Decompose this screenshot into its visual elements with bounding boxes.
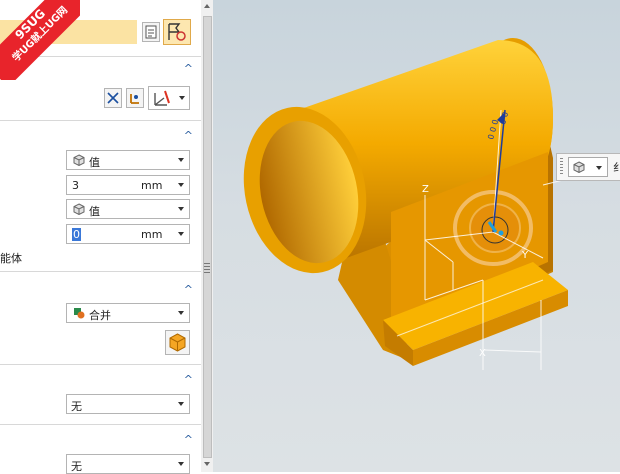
open-profile-label: 能体 — [0, 252, 22, 265]
vector-icon — [130, 94, 139, 104]
floating-selection-toolbar[interactable]: 纟 — [556, 153, 620, 181]
unite-icon — [74, 308, 85, 319]
start-mode-select[interactable]: 值 — [66, 150, 190, 170]
toolbar-grip-icon[interactable] — [560, 158, 563, 176]
divider — [0, 364, 201, 365]
curve-select-button[interactable] — [163, 19, 191, 45]
collapse-icon[interactable]: ^ — [184, 63, 193, 74]
scroll-up-arrow-icon[interactable] — [204, 4, 210, 8]
divider — [0, 120, 201, 121]
chevron-down-icon — [178, 207, 184, 211]
csys-vector-icon — [154, 90, 170, 106]
value-cube-icon — [573, 161, 585, 173]
select-body-button[interactable] — [165, 330, 190, 355]
offset-select[interactable]: 无 — [66, 454, 190, 474]
collapse-icon[interactable]: ^ — [184, 434, 193, 445]
start-unit-label: mm — [141, 179, 163, 192]
draft-label: 无 — [71, 400, 82, 413]
body-cube-icon — [169, 333, 186, 352]
boolean-select[interactable]: 合并 — [66, 303, 190, 323]
end-distance-value: 0 — [72, 228, 81, 241]
graphics-viewport[interactable]: 0 0 0 0 0 Z Y X 纟 — [213, 0, 620, 472]
floating-toolbar-text: 纟 — [613, 161, 620, 174]
reverse-direction-button[interactable] — [104, 88, 122, 108]
chevron-down-icon — [178, 158, 184, 162]
start-distance-input[interactable]: 3 mm — [66, 175, 190, 195]
value-cube-icon — [73, 203, 85, 215]
boolean-label: 合并 — [89, 309, 111, 322]
selection-filter-combo[interactable] — [568, 157, 608, 177]
scroll-down-arrow-icon[interactable] — [204, 462, 210, 466]
sketch-section-button[interactable] — [142, 22, 160, 42]
collapse-icon[interactable]: ^ — [184, 130, 193, 141]
sketch-icon — [145, 25, 157, 39]
end-unit-label: mm — [141, 228, 163, 241]
axis-z-label: Z — [422, 184, 429, 195]
chevron-down-icon — [178, 462, 184, 466]
site-watermark: 9SUG 学UG就上UG网 — [0, 0, 80, 80]
chevron-down-icon[interactable] — [178, 183, 184, 187]
divider — [0, 424, 201, 425]
reverse-arrows-icon — [107, 92, 119, 104]
divider — [0, 271, 201, 272]
chevron-down-icon — [178, 402, 184, 406]
chevron-down-icon[interactable] — [178, 232, 184, 236]
start-mode-label: 值 — [89, 156, 100, 169]
chevron-down-icon — [596, 166, 602, 170]
axis-y-label: Y — [522, 250, 529, 261]
start-distance-value: 3 — [72, 179, 79, 192]
inferred-vector-button[interactable] — [126, 88, 144, 108]
scroll-thumb[interactable] — [203, 16, 212, 458]
vector-dropdown-arrow-icon[interactable] — [179, 96, 185, 100]
value-cube-icon — [73, 154, 85, 166]
end-distance-input[interactable]: 0 mm — [66, 224, 190, 244]
collapse-icon[interactable]: ^ — [184, 284, 193, 295]
vector-dialog-button[interactable] — [148, 86, 190, 110]
splitter-grip-icon[interactable] — [204, 263, 210, 273]
curve-flag-icon — [168, 23, 186, 41]
chevron-down-icon — [178, 311, 184, 315]
end-mode-select[interactable]: 值 — [66, 199, 190, 219]
end-mode-label: 值 — [89, 205, 100, 218]
part-model[interactable]: 0 0 0 0 0 — [213, 0, 620, 472]
collapse-icon[interactable]: ^ — [184, 374, 193, 385]
dimension-x-label: X — [479, 348, 486, 359]
draft-select[interactable]: 无 — [66, 394, 190, 414]
